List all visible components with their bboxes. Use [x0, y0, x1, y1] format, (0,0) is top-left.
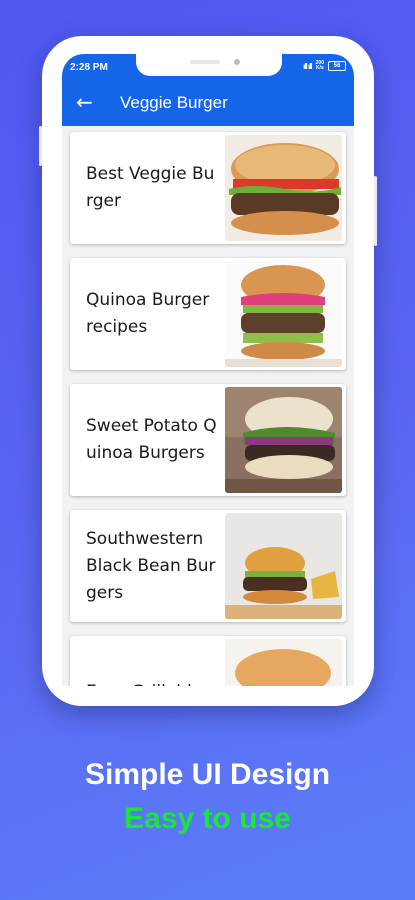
recipe-title: Quinoa Burger recipes — [86, 290, 210, 337]
arrow-back-icon[interactable]: ← — [76, 90, 93, 114]
recipe-card[interactable]: Easy Grillable — [70, 636, 346, 686]
speaker-icon — [190, 60, 220, 64]
recipe-card[interactable]: Southwestern Black Bean Burgers — [70, 510, 346, 622]
promo-subheadline: Easy to use — [124, 802, 291, 835]
camera-icon — [234, 59, 240, 65]
camera-notch — [136, 54, 282, 76]
status-icons: ıll ıll 200 K/s 56 — [303, 61, 346, 71]
burger-photo — [225, 513, 342, 619]
signal-icon: ıll ıll — [303, 61, 313, 71]
network-speed: 200 K/s — [316, 61, 324, 71]
recipe-card[interactable]: Quinoa Burger recipes — [70, 258, 346, 370]
phone-frame: 2:28 PM ıll ıll 200 K/s 56 ← Veggie Burg… — [39, 36, 377, 706]
app-bar: ← Veggie Burger — [62, 80, 354, 126]
promo-headline: Simple UI Design — [84, 758, 331, 791]
burger-photo — [225, 639, 342, 686]
page-title: Veggie Burger — [120, 93, 228, 112]
status-bar: 2:28 PM ıll ıll 200 K/s 56 — [62, 54, 354, 80]
recipe-title: Best Veggie Burger — [86, 164, 215, 211]
phone-screen: 2:28 PM ıll ıll 200 K/s 56 ← Veggie Burg… — [62, 54, 354, 686]
battery-icon: 56 — [328, 61, 346, 71]
phone-side-button — [374, 176, 377, 246]
burger-photo — [225, 387, 342, 493]
phone-side-button — [39, 126, 42, 166]
recipe-list[interactable]: Best Veggie Burger Quinoa Burger recipes — [62, 126, 354, 686]
burger-photo — [225, 261, 342, 367]
burger-photo — [225, 135, 342, 241]
recipe-card[interactable]: Best Veggie Burger — [70, 132, 346, 244]
recipe-title: Sweet Potato Quinoa Burgers — [86, 416, 217, 463]
recipe-card[interactable]: Sweet Potato Quinoa Burgers — [70, 384, 346, 496]
recipe-title: Easy Grillable — [86, 636, 220, 687]
network-speed-unit: K/s — [315, 65, 324, 71]
status-time: 2:28 PM — [70, 62, 108, 73]
recipe-title: Southwestern Black Bean Burgers — [86, 528, 216, 603]
